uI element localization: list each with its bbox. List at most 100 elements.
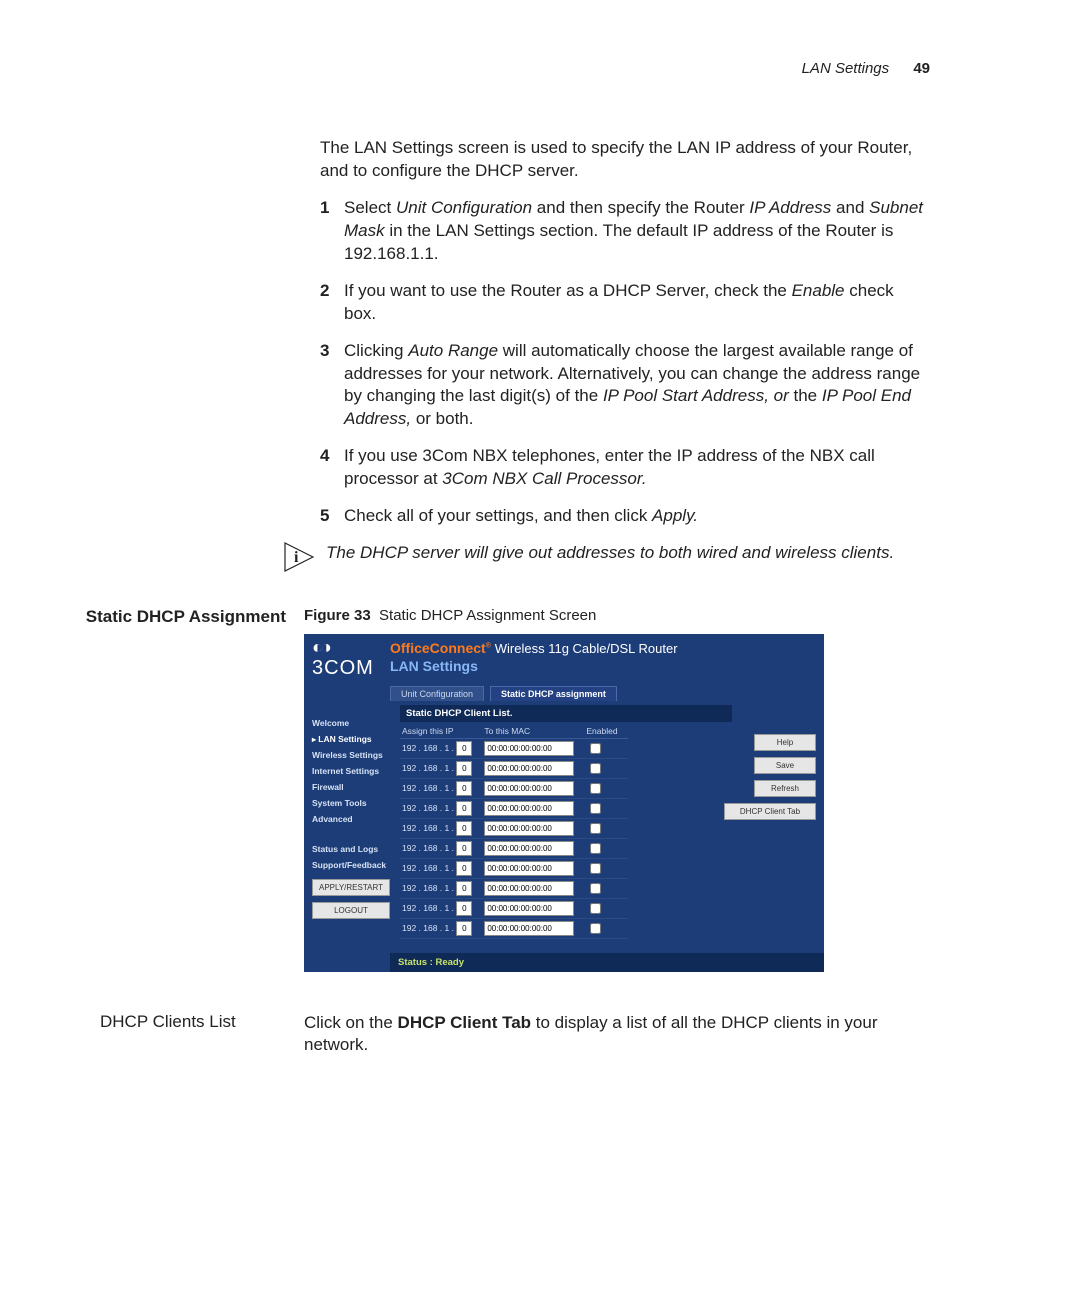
enabled-checkbox[interactable]	[590, 903, 601, 914]
enabled-checkbox[interactable]	[590, 783, 601, 794]
ip-octet-input[interactable]	[456, 761, 472, 776]
ip-octet-input[interactable]	[456, 841, 472, 856]
nav-advanced[interactable]: Advanced	[312, 811, 400, 827]
step-3: 3 Clicking Auto Range will automatically…	[320, 340, 930, 432]
enabled-cell	[584, 858, 627, 878]
col-enabled: Enabled	[584, 724, 627, 739]
nav-welcome[interactable]: Welcome	[312, 715, 400, 731]
enabled-checkbox[interactable]	[590, 923, 601, 934]
ip-cell: 192 . 168 . 1 .	[400, 738, 482, 758]
ip-octet-input[interactable]	[456, 821, 472, 836]
mac-input[interactable]	[484, 921, 574, 936]
nav-firewall[interactable]: Firewall	[312, 779, 400, 795]
nav-system-tools[interactable]: System Tools	[312, 795, 400, 811]
mac-cell	[482, 918, 584, 938]
table-row: 192 . 168 . 1 .	[400, 838, 628, 858]
step-2: 2 If you want to use the Router as a DHC…	[320, 280, 930, 326]
help-button[interactable]: Help	[754, 734, 816, 751]
enabled-checkbox[interactable]	[590, 863, 601, 874]
nav-support-feedback[interactable]: Support/Feedback	[312, 857, 400, 873]
router-sidebar: Welcome LAN Settings Wireless Settings I…	[312, 701, 400, 939]
ip-octet-input[interactable]	[456, 861, 472, 876]
enabled-checkbox[interactable]	[590, 743, 601, 754]
dhcp-clients-list-text: Click on the DHCP Client Tab to display …	[304, 1012, 960, 1058]
logout-button[interactable]: LOGOUT	[312, 902, 390, 919]
nav-internet-settings[interactable]: Internet Settings	[312, 763, 400, 779]
running-header: LAN Settings 49	[40, 60, 960, 77]
ip-cell: 192 . 168 . 1 .	[400, 778, 482, 798]
mac-input[interactable]	[484, 781, 574, 796]
table-row: 192 . 168 . 1 .	[400, 818, 628, 838]
table-row: 192 . 168 . 1 .	[400, 898, 628, 918]
ip-octet-input[interactable]	[456, 781, 472, 796]
mac-cell	[482, 818, 584, 838]
mac-cell	[482, 838, 584, 858]
step-5: 5 Check all of your settings, and then c…	[320, 505, 930, 528]
router-page-title: LAN Settings	[390, 658, 816, 674]
dhcp-client-tab-button[interactable]: DHCP Client Tab	[724, 803, 816, 820]
status-bar: Status : Ready	[390, 953, 824, 972]
step-4: 4 If you use 3Com NBX telephones, enter …	[320, 445, 930, 491]
ip-cell: 192 . 168 . 1 .	[400, 878, 482, 898]
figure-caption: Figure 33 Static DHCP Assignment Screen	[304, 607, 960, 624]
enabled-cell	[584, 738, 627, 758]
brand-logo: ◐◑ 3COM	[312, 640, 390, 679]
note-text: The DHCP server will give out addresses …	[326, 542, 924, 565]
mac-input[interactable]	[484, 861, 574, 876]
table-row: 192 . 168 . 1 .	[400, 878, 628, 898]
table-row: 192 . 168 . 1 .	[400, 858, 628, 878]
tab-static-dhcp-assignment[interactable]: Static DHCP assignment	[490, 686, 617, 701]
ip-cell: 192 . 168 . 1 .	[400, 818, 482, 838]
product-title: OfficeConnect® Wireless 11g Cable/DSL Ro…	[390, 640, 816, 656]
ip-octet-input[interactable]	[456, 881, 472, 896]
enabled-cell	[584, 818, 627, 838]
router-screenshot: ◐◑ 3COM OfficeConnect® Wireless 11g Cabl…	[304, 634, 824, 971]
mac-input[interactable]	[484, 901, 574, 916]
ip-cell: 192 . 168 . 1 .	[400, 758, 482, 778]
tab-unit-configuration[interactable]: Unit Configuration	[390, 686, 484, 701]
enabled-cell	[584, 838, 627, 858]
mac-cell	[482, 738, 584, 758]
step-1: 1 Select Unit Configuration and then spe…	[320, 197, 930, 266]
section-title: Static DHCP Assignment	[40, 607, 304, 627]
ip-cell: 192 . 168 . 1 .	[400, 918, 482, 938]
refresh-button[interactable]: Refresh	[754, 780, 816, 797]
intro-paragraph: The LAN Settings screen is used to speci…	[320, 137, 930, 183]
numbered-steps: 1 Select Unit Configuration and then spe…	[320, 197, 930, 528]
nav-status-and-logs[interactable]: Status and Logs	[312, 841, 400, 857]
ip-octet-input[interactable]	[456, 901, 472, 916]
mac-cell	[482, 778, 584, 798]
col-assign-ip: Assign this IP	[400, 724, 482, 739]
mac-input[interactable]	[484, 761, 574, 776]
mac-cell	[482, 858, 584, 878]
table-row: 192 . 168 . 1 .	[400, 918, 628, 938]
mac-cell	[482, 898, 584, 918]
table-row: 192 . 168 . 1 .	[400, 778, 628, 798]
enabled-cell	[584, 878, 627, 898]
enabled-checkbox[interactable]	[590, 823, 601, 834]
save-button[interactable]: Save	[754, 757, 816, 774]
table-row: 192 . 168 . 1 .	[400, 798, 628, 818]
ip-octet-input[interactable]	[456, 741, 472, 756]
enabled-cell	[584, 758, 627, 778]
ip-cell: 192 . 168 . 1 .	[400, 838, 482, 858]
ip-octet-input[interactable]	[456, 921, 472, 936]
mac-input[interactable]	[484, 801, 574, 816]
enabled-checkbox[interactable]	[590, 883, 601, 894]
svg-text:i: i	[294, 549, 299, 566]
nav-lan-settings[interactable]: LAN Settings	[312, 731, 400, 747]
ip-octet-input[interactable]	[456, 801, 472, 816]
enabled-checkbox[interactable]	[590, 803, 601, 814]
mac-cell	[482, 798, 584, 818]
mac-cell	[482, 758, 584, 778]
mac-input[interactable]	[484, 741, 574, 756]
enabled-checkbox[interactable]	[590, 763, 601, 774]
mac-input[interactable]	[484, 881, 574, 896]
mac-input[interactable]	[484, 821, 574, 836]
apply-restart-button[interactable]: APPLY/RESTART	[312, 879, 390, 896]
enabled-checkbox[interactable]	[590, 843, 601, 854]
mac-input[interactable]	[484, 841, 574, 856]
enabled-cell	[584, 898, 627, 918]
ip-cell: 192 . 168 . 1 .	[400, 898, 482, 918]
nav-wireless-settings[interactable]: Wireless Settings	[312, 747, 400, 763]
